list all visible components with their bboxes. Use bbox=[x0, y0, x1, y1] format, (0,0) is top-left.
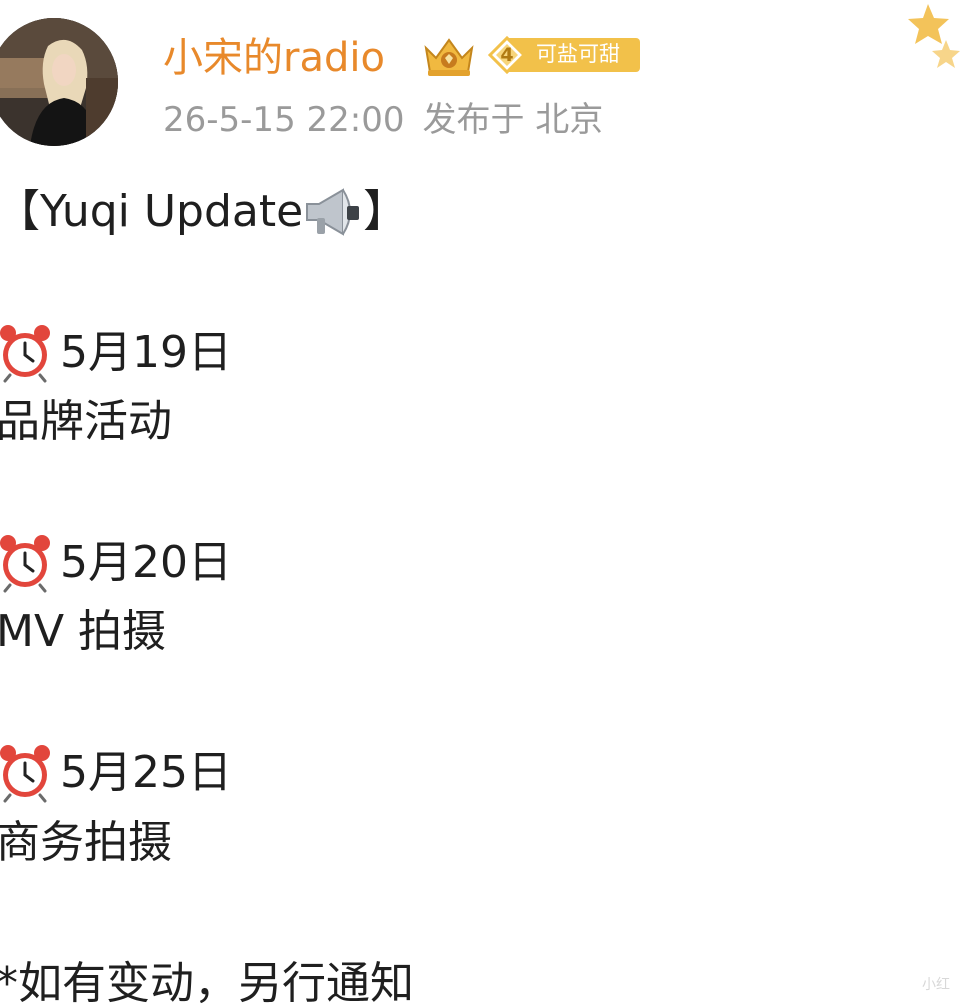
alarm-clock-icon bbox=[0, 535, 50, 593]
post-note: *如有变动，另行通知 bbox=[0, 958, 414, 1008]
schedule-date-2: 5月20日 bbox=[0, 531, 232, 595]
post-header: 小宋的radio 4 可盐可甜 26-5-15 22:00 发布于 北京 bbox=[0, 0, 960, 160]
crown-icon bbox=[420, 34, 478, 78]
alarm-clock-icon bbox=[0, 325, 50, 383]
title-text: 【Yuqi Update bbox=[0, 186, 304, 237]
post-timestamp: 26-5-15 22:00 bbox=[163, 100, 405, 140]
level-number: 4 bbox=[500, 44, 514, 66]
schedule-date-text: 5月25日 bbox=[60, 747, 232, 798]
watermark: 小红 bbox=[922, 977, 950, 993]
alarm-clock-icon bbox=[0, 745, 50, 803]
schedule-date-1: 5月19日 bbox=[0, 321, 232, 385]
post-title: 【Yuqi Update 】 bbox=[0, 180, 407, 244]
badge-label: 可盐可甜 bbox=[536, 42, 620, 66]
title-bracket: 】 bbox=[363, 186, 408, 237]
star-icon bbox=[906, 0, 960, 80]
schedule-event-3: 商务拍摄 bbox=[0, 817, 172, 868]
schedule-date-text: 5月19日 bbox=[60, 327, 232, 378]
schedule-event-1: 品牌活动 bbox=[0, 396, 172, 447]
username[interactable]: 小宋的radio bbox=[163, 30, 385, 86]
level-badge[interactable]: 4 可盐可甜 bbox=[488, 36, 640, 74]
schedule-date-3: 5月25日 bbox=[0, 741, 232, 805]
post-location: 发布于 北京 bbox=[422, 100, 604, 140]
megaphone-icon bbox=[306, 188, 360, 236]
avatar[interactable] bbox=[0, 18, 118, 146]
schedule-date-text: 5月20日 bbox=[60, 537, 232, 588]
post-meta: 26-5-15 22:00 发布于 北京 bbox=[163, 98, 603, 142]
schedule-event-2: MV 拍摄 bbox=[0, 606, 167, 657]
